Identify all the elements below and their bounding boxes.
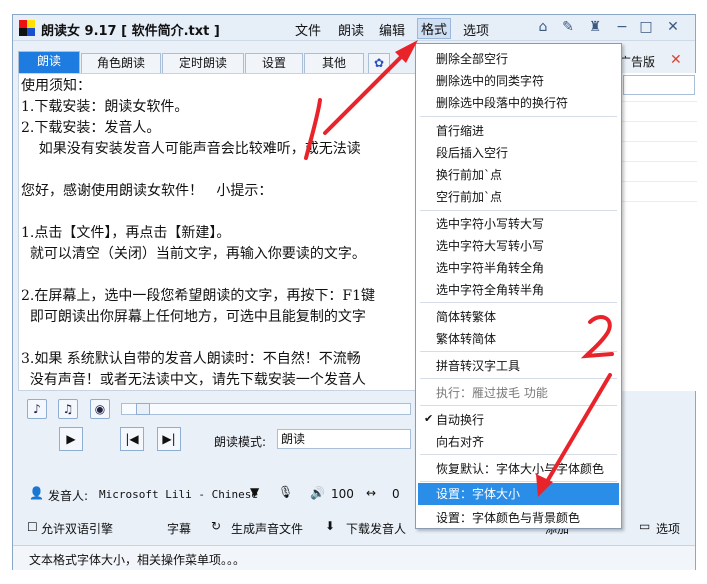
number-2-stroke [580, 315, 614, 359]
arrow-1-line [323, 48, 410, 135]
annotation-overlay [304, 40, 614, 497]
arrow-2-line [543, 373, 612, 487]
number-1-stroke [304, 98, 322, 160]
